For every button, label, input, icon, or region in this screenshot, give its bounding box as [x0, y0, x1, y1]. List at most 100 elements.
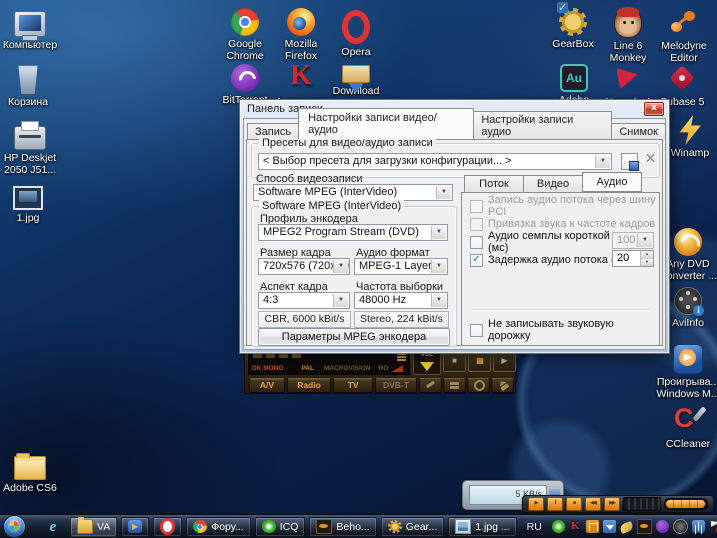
taskbar-button-beho[interactable]: Beho...	[309, 517, 376, 537]
desktop-icon-download[interactable]: Download	[320, 62, 392, 97]
cubase-icon	[666, 62, 698, 94]
taskbar-button-icq[interactable]: ICQ	[255, 517, 306, 537]
icq-icon	[262, 520, 276, 533]
desktop-icon-computer[interactable]: Компьютер	[0, 8, 66, 51]
lcd-video-standard: PAL	[301, 365, 314, 372]
mini-player-stop-button[interactable]: ■	[566, 497, 582, 511]
spin-up-icon[interactable]: ▲	[641, 251, 653, 259]
sample-rate-combobox[interactable]: 48000 Hz ▼	[354, 292, 448, 309]
tv-button-dvbt[interactable]: DVB-T	[375, 378, 417, 393]
delete-preset-icon[interactable]: ✕	[643, 152, 658, 167]
behold-tray-icon[interactable]	[637, 519, 652, 534]
desktop-icon-recycle[interactable]: Корзина	[0, 64, 64, 108]
chevron-down-icon[interactable]: ▼	[595, 155, 610, 168]
checkbox-label: Привязка звука к частоте кадров	[488, 218, 655, 230]
player-tray-icon[interactable]	[673, 519, 688, 534]
folder-icon	[77, 519, 93, 534]
chevron-down-icon[interactable]: ▼	[436, 186, 451, 199]
taskbar-button-va[interactable]: VA	[70, 517, 117, 537]
subtab-1[interactable]: Видео	[523, 175, 583, 193]
desktop-icon-ccleaner[interactable]: CCleaner	[652, 404, 717, 450]
mini-player-prev-button[interactable]: ◀◀	[585, 497, 601, 511]
tv-button-radio[interactable]: Radio	[287, 378, 331, 393]
checkbox-label: Запись аудио потока через шину PCI	[488, 194, 659, 218]
checkbox-row[interactable]: Запись аудио потока через шину PCI	[470, 199, 659, 213]
tv-button-av[interactable]: A/V	[249, 378, 285, 393]
audio-delay-spinner[interactable]: 20▲▼	[612, 250, 654, 267]
checkbox-row[interactable]: Привязка звука к частоте кадров	[470, 217, 655, 231]
chevron-down-icon[interactable]: ▼	[431, 260, 446, 273]
icq-tray-icon[interactable]	[552, 520, 565, 533]
checkbox-row[interactable]: ✓Задержка аудио потока (мс)	[470, 253, 631, 267]
chevron-down-icon[interactable]: ▼	[431, 226, 446, 239]
start-button[interactable]	[3, 515, 26, 538]
combobox-value: 100	[617, 234, 635, 246]
checkbox-label: Не записывать звуковую дорожку	[488, 318, 659, 342]
video-method-combobox[interactable]: Software MPEG (InterVideo) ▼	[253, 184, 453, 201]
desktop-icon-folder[interactable]: Adobe CS6	[0, 450, 66, 494]
taskbar-button-opera[interactable]	[153, 517, 182, 537]
chevron-down-icon[interactable]: ▼	[333, 260, 348, 273]
opera-icon	[342, 10, 370, 44]
tv-stop-button[interactable]: ■	[443, 351, 466, 372]
audio-format-combobox[interactable]: MPEG-1 Layer II ▼	[354, 258, 448, 275]
channel-updown-icon[interactable]	[491, 378, 514, 393]
tv-button-tv[interactable]: TV	[333, 378, 373, 393]
mpeg-params-button[interactable]: Параметры MPEG энкодера	[258, 328, 450, 346]
settings-wrench-icon[interactable]	[419, 378, 442, 393]
checkbox: ✓	[470, 254, 483, 267]
tv-play-button[interactable]: ▶	[493, 351, 516, 372]
language-indicator[interactable]: RU	[527, 521, 542, 533]
taskbar-button-gear[interactable]: Gear...	[381, 517, 445, 537]
chevron-down-icon[interactable]: ▼	[637, 234, 652, 247]
taskbar-button-1jpg[interactable]: 1.jpg ...	[448, 517, 516, 537]
mini-player-play-button[interactable]: ▶	[528, 497, 544, 511]
profile-combobox[interactable]: MPEG2 Program Stream (DVD) ▼	[258, 224, 448, 241]
taskbar-button-фору[interactable]: Фору...	[186, 517, 251, 537]
internet-explorer-icon[interactable]: e	[44, 518, 62, 536]
tab-3[interactable]: Снимок	[611, 123, 666, 140]
mini-player-bar: ▶II■◀◀▶▶	[522, 495, 714, 513]
short-samples-combobox[interactable]: 100▼	[612, 232, 654, 249]
frame-size-combobox[interactable]: 720x576 (720x480) ▼	[258, 258, 350, 275]
tab-1[interactable]: Настройки записи видео/аудио	[298, 108, 474, 139]
usb-tray-icon[interactable]	[692, 520, 705, 533]
desktop-icon-opera[interactable]: Opera	[320, 6, 392, 58]
webmoney-tray-icon[interactable]	[619, 521, 634, 534]
chevron-down-icon[interactable]: ▼	[431, 294, 446, 307]
aspect-combobox[interactable]: 4:3 ▼	[258, 292, 350, 309]
aviinfo-icon	[674, 287, 702, 315]
kaspersky-tray-icon[interactable]	[569, 520, 582, 533]
bittorrent-tray-icon[interactable]	[656, 520, 669, 533]
spinner-arrows[interactable]: ▲▼	[640, 251, 653, 266]
downloader-tray-icon[interactable]	[603, 520, 616, 533]
chevron-down-icon[interactable]: ▼	[333, 294, 348, 307]
tab-2[interactable]: Настройки записи аудио	[473, 111, 612, 140]
lcd-audio-mode: DK MONO	[252, 365, 283, 372]
checkbox-row[interactable]: Не записывать звуковую дорожку	[470, 323, 659, 337]
timeshift-icon[interactable]	[443, 378, 466, 393]
mini-player-next-button[interactable]: ▶▶	[604, 497, 620, 511]
lcd-macrovision: MACROVISION	[324, 365, 371, 372]
save-preset-icon[interactable]	[621, 153, 638, 170]
utorrent-tray-icon[interactable]	[586, 520, 599, 533]
desktop-icon-label: CCleaner	[652, 438, 717, 450]
preset-combobox[interactable]: < Выбор пресета для загрузки конфигураци…	[258, 153, 612, 170]
timer-icon[interactable]	[467, 378, 490, 393]
close-icon[interactable]: x	[644, 102, 664, 116]
spin-down-icon[interactable]: ▼	[641, 259, 653, 267]
tv-pause-button[interactable]: ▮▮	[468, 351, 491, 372]
video-method-value: Software MPEG (InterVideo)	[258, 186, 397, 198]
mini-player-volume-slider[interactable]	[664, 498, 708, 510]
desktop-icon-printer[interactable]: HP Deskjet 2050 J51...	[0, 120, 66, 176]
subtab-0[interactable]: Поток	[464, 175, 524, 193]
mini-player-pause-button[interactable]: II	[547, 497, 563, 511]
desktop-icon-jpeg[interactable]: 1.jpg	[0, 180, 64, 224]
gearbox-icon	[388, 520, 402, 533]
subtab-2[interactable]: Аудио	[582, 172, 642, 192]
taskbar-button-wmp[interactable]	[121, 517, 149, 537]
audio-settings-panel: Запись аудио потока через шину PCIПривяз…	[461, 192, 660, 346]
actioncenter-tray-icon[interactable]	[709, 520, 717, 533]
bittorrent-icon	[231, 64, 259, 92]
desktop-icon-melodyne[interactable]: Melodyne Editor	[648, 6, 717, 64]
